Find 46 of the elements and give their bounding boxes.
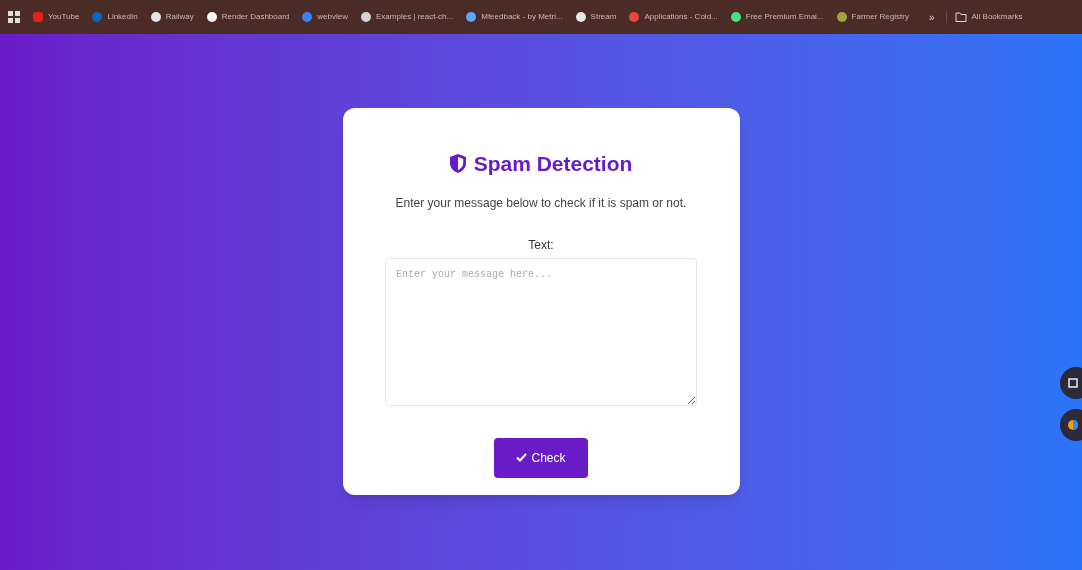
bookmark-label: All Bookmarks [971,11,1023,23]
bookmark[interactable]: webview [301,11,348,23]
bookmark[interactable]: Render Dashboard [205,11,290,23]
bookmark-label: LinkedIn [107,11,138,23]
bookmark-label: Render Dashboard [221,11,290,23]
apps-grid-icon[interactable] [8,11,20,23]
shield-icon [449,154,466,174]
bookmark-favicon-icon [301,11,314,23]
check-button[interactable]: Check [494,437,588,478]
bookmark[interactable]: Applications - Cold... [628,11,718,23]
folder-icon [955,12,968,22]
bookmark[interactable]: Railway [149,11,194,23]
card-title: Spam Detection [473,151,633,177]
bookmark-label: webview [317,11,348,23]
bookmark-favicon-icon [360,11,372,23]
bookmark-favicon-icon [574,11,587,23]
bookmark-label: Mfeedback - by Metri... [481,11,563,23]
bookmark-label: Free Premium Emai... [745,11,824,23]
bookmark[interactable]: Stream [574,11,617,23]
more-bookmarks-button[interactable]: » [928,9,935,25]
field-label: Text: [528,236,554,254]
bookmark[interactable]: Free Premium Emai... [729,11,824,23]
card-subtitle: Enter your message below to check if it is spam or not. [395,194,687,212]
colorful-circle-icon [1067,419,1079,431]
bookmark-favicon-icon [729,11,742,23]
all-bookmarks[interactable]: All Bookmarks [946,11,1023,23]
bookmark-favicon-icon [205,11,218,23]
bookmark-favicon-icon [149,11,162,23]
bookmark-label: Railway [165,11,194,23]
bookmark-favicon-icon [628,11,641,23]
bookmark-label: YouTube [48,11,80,23]
bookmark[interactable]: Mfeedback - by Metri... [465,11,563,23]
bookmark-favicon-icon [835,11,848,23]
bookmark[interactable]: YouTube [32,11,80,23]
bookmark-label: Farmer Registry [851,11,909,23]
message-input[interactable]: Enter your message here... [385,257,697,406]
bookmark[interactable]: LinkedIn [91,11,138,23]
checkmark-icon [516,453,528,462]
bookmark[interactable]: Farmer Registry [835,11,909,23]
bookmark-label: Applications - Cold... [644,11,718,23]
bookmark-favicon-icon [32,11,44,23]
bookmark[interactable]: Examples | react-ch... [360,11,454,23]
bookmark-label: Stream [590,11,617,23]
bookmark-favicon-icon [91,11,104,23]
bookmark-label: Examples | react-ch... [376,11,454,23]
bookmark-favicon-icon [465,11,478,23]
